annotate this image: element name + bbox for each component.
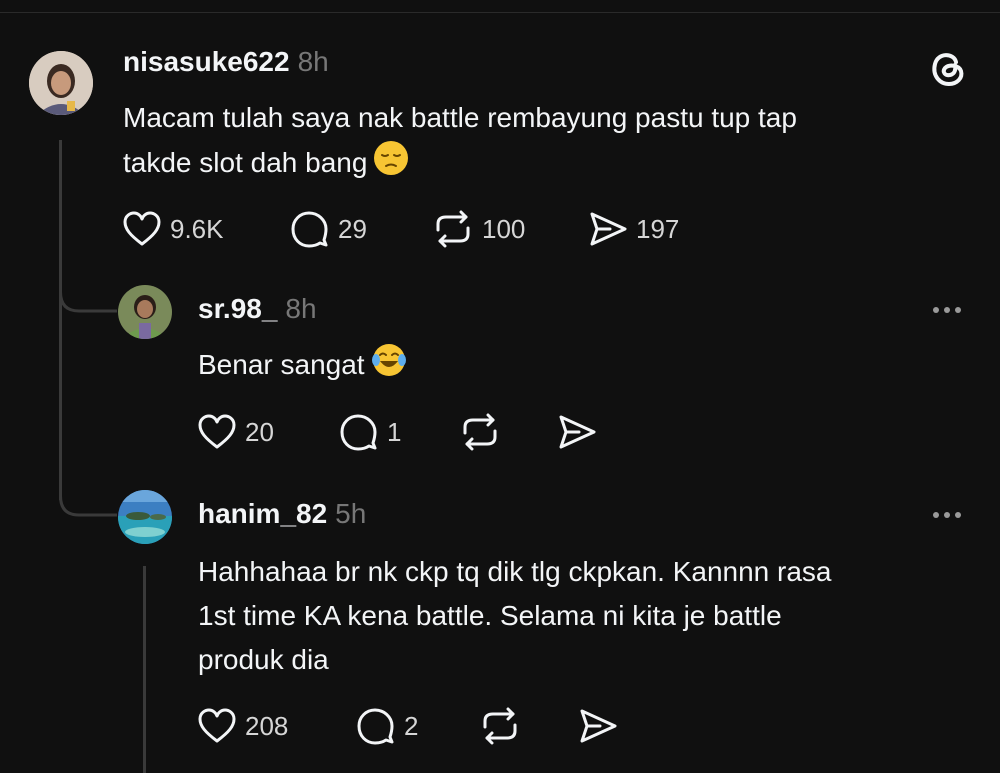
avatar[interactable] <box>29 51 93 115</box>
reply-username[interactable]: sr.98_ 8h <box>198 293 317 325</box>
post-time: 8h <box>297 46 329 77</box>
post-text-line-emoji: takde slot dah bang <box>123 140 797 189</box>
heart-icon <box>198 708 236 743</box>
comment-icon <box>291 211 328 248</box>
reply-body: Benar sangat <box>198 342 407 391</box>
pensive-face-icon <box>373 140 409 189</box>
share-icon <box>590 212 627 246</box>
like-button[interactable]: 9.6K <box>122 209 224 249</box>
reply-body: Hahhahaa br nk ckp tq dik tlg ckpkan. Ka… <box>198 550 832 682</box>
username-text[interactable]: nisasuke622 <box>123 46 290 77</box>
reply-button[interactable]: 1 <box>339 412 401 452</box>
comment-icon <box>340 414 377 451</box>
comment-icon <box>357 708 394 745</box>
reply-username[interactable]: hanim_82 5h <box>198 498 366 530</box>
thread-line-main <box>59 140 62 500</box>
repost-button[interactable] <box>459 412 501 452</box>
reply-text-line: Benar sangat <box>198 348 365 380</box>
post-body: Macam tulah saya nak battle rembayung pa… <box>123 96 797 189</box>
share-icon <box>559 415 596 449</box>
repost-icon <box>463 413 497 451</box>
repost-count: 100 <box>482 213 526 244</box>
post-text-line: Macam tulah saya nak battle rembayung pa… <box>123 102 797 133</box>
reply-time: 5h <box>335 498 367 529</box>
more-icon[interactable] <box>933 512 961 518</box>
face-with-tears-of-joy-icon <box>371 342 407 391</box>
repost-icon <box>483 707 517 745</box>
reply-button[interactable]: 29 <box>290 209 367 249</box>
thread-branch-1 <box>59 270 117 313</box>
share-count: 197 <box>636 213 680 244</box>
reply-text-line-emoji: Benar sangat <box>198 342 407 391</box>
reply-count: 2 <box>404 710 419 741</box>
share-icon <box>580 709 617 743</box>
thread-line-reply-2 <box>143 566 146 773</box>
repost-icon <box>436 210 470 248</box>
reply-text-line: 1st time KA kena battle. Selama ni kita … <box>198 600 782 631</box>
more-icon[interactable] <box>933 307 961 313</box>
like-count: 9.6K <box>170 213 224 244</box>
top-divider <box>0 12 1000 13</box>
share-button[interactable]: 197 <box>588 209 679 249</box>
reply-count: 29 <box>338 213 367 244</box>
username-text[interactable]: sr.98_ <box>198 293 277 324</box>
like-count: 208 <box>245 710 289 741</box>
username-text[interactable]: hanim_82 <box>198 498 327 529</box>
reply-count: 1 <box>387 416 402 447</box>
like-button[interactable]: 20 <box>197 412 274 452</box>
heart-icon <box>198 414 236 449</box>
reply-button[interactable]: 2 <box>356 706 418 746</box>
post-text-line: takde slot dah bang <box>123 146 368 178</box>
reply-time: 8h <box>285 293 317 324</box>
reply-text-line: Hahhahaa br nk ckp tq dik tlg ckpkan. Ka… <box>198 556 832 587</box>
thread-branch-2 <box>59 472 117 517</box>
share-button[interactable] <box>578 706 618 746</box>
repost-button[interactable]: 100 <box>432 209 525 249</box>
avatar[interactable] <box>118 285 172 339</box>
reply-text-line: produk dia <box>198 644 329 675</box>
avatar[interactable] <box>118 490 172 544</box>
share-button[interactable] <box>557 412 597 452</box>
like-button[interactable]: 208 <box>197 706 288 746</box>
threads-logo-icon[interactable] <box>926 45 970 94</box>
repost-button[interactable] <box>479 706 521 746</box>
post-username[interactable]: nisasuke622 8h <box>123 46 329 78</box>
heart-icon <box>123 211 161 246</box>
like-count: 20 <box>245 416 274 447</box>
